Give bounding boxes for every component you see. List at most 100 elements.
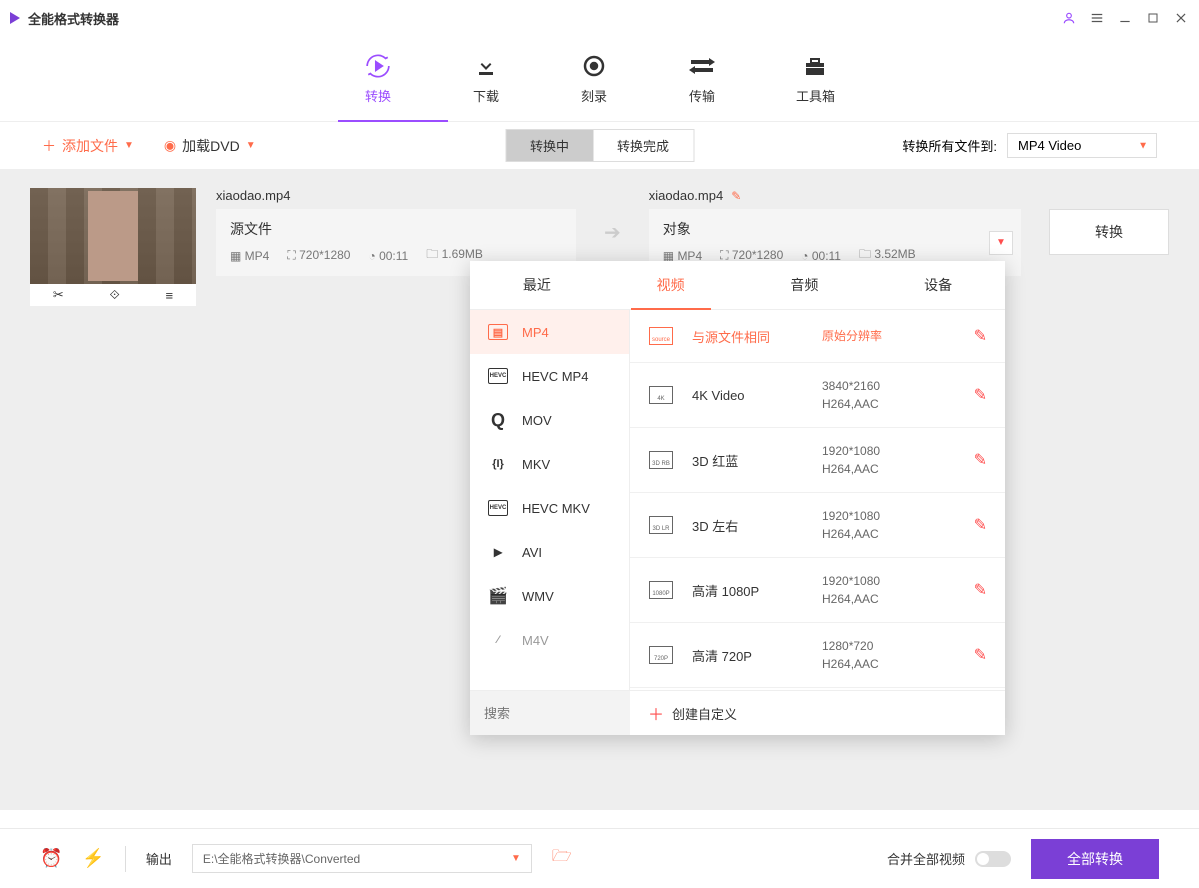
chevron-down-icon: ▼ bbox=[246, 140, 256, 151]
nav-toolbox[interactable]: 工具箱 bbox=[796, 52, 835, 105]
3d-rb-icon: 3D RB bbox=[648, 448, 674, 472]
alarm-icon[interactable]: ⏰ bbox=[40, 848, 62, 869]
dd-tab-video[interactable]: 视频 bbox=[604, 261, 738, 309]
main-nav: 转换 下载 刻录 传输 工具箱 bbox=[0, 36, 1199, 122]
tab-converting[interactable]: 转换中 bbox=[506, 130, 593, 161]
preset-list[interactable]: source 与源文件相同原始分辨率 ✎ 4K 4K Video3840*216… bbox=[630, 310, 1005, 690]
edit-preset-icon[interactable]: ✎ bbox=[974, 645, 987, 665]
add-file-button[interactable]: ＋ 添加文件 ▼ bbox=[42, 136, 134, 156]
output-label: 输出 bbox=[146, 849, 172, 868]
browse-folder-icon[interactable]: 🗁 bbox=[552, 845, 572, 872]
edit-name-icon[interactable]: ✎ bbox=[731, 189, 741, 203]
maximize-button[interactable] bbox=[1145, 10, 1161, 26]
4k-icon: 4K bbox=[648, 383, 674, 407]
hevc-icon: HEVC bbox=[488, 368, 508, 384]
edit-preset-icon[interactable]: ✎ bbox=[974, 515, 987, 535]
preset-720p[interactable]: 720P 高清 720P1280*720 H264,AAC ✎ bbox=[630, 623, 1005, 688]
source-label: 源文件 bbox=[230, 219, 562, 239]
cut-icon[interactable]: ✂ bbox=[53, 287, 64, 303]
1080p-icon: 1080P bbox=[648, 578, 674, 602]
video-thumbnail[interactable] bbox=[30, 188, 196, 284]
plus-icon: ＋ bbox=[648, 701, 664, 725]
format-m4v[interactable]: ⁄M4V bbox=[470, 618, 629, 662]
preset-3d-rb[interactable]: 3D RB 3D 红蓝1920*1080 H264,AAC ✎ bbox=[630, 428, 1005, 493]
3d-lr-icon: 3D LR bbox=[648, 513, 674, 537]
format-list[interactable]: ▤MP4 HEVCHEVC MP4 QMOV {I}MKV HEVCHEVC M… bbox=[470, 310, 630, 690]
target-label: 对象 bbox=[663, 219, 1007, 239]
edit-preset-icon[interactable]: ✎ bbox=[974, 385, 987, 405]
app-title: 全能格式转换器 bbox=[28, 9, 119, 28]
format-mov[interactable]: QMOV bbox=[470, 398, 629, 442]
format-hevc-mp4[interactable]: HEVCHEVC MP4 bbox=[470, 354, 629, 398]
nav-burn[interactable]: 刻录 bbox=[580, 52, 608, 105]
footer: ⏰ ⚡ 输出 E:\全能格式转换器\Converted ▼ 🗁 合并全部视频 全… bbox=[0, 828, 1199, 888]
edit-preset-icon[interactable]: ✎ bbox=[974, 580, 987, 600]
app-logo-icon bbox=[10, 12, 20, 24]
download-icon bbox=[472, 52, 500, 80]
chevron-down-icon: ▼ bbox=[1138, 140, 1148, 151]
minimize-button[interactable] bbox=[1117, 10, 1133, 26]
film-icon: ▤ bbox=[488, 324, 508, 340]
mkv-icon: {I} bbox=[488, 456, 508, 472]
dd-tab-audio[interactable]: 音频 bbox=[738, 261, 872, 309]
merge-toggle[interactable] bbox=[975, 851, 1011, 867]
disc-icon: ◉ bbox=[164, 137, 176, 154]
target-format-dropdown-button[interactable]: ▼ bbox=[989, 231, 1013, 255]
format-dropdown: 最近 视频 音频 设备 ▤MP4 HEVCHEVC MP4 QMOV {I}MK… bbox=[470, 261, 1005, 735]
nav-convert[interactable]: 转换 bbox=[364, 52, 392, 105]
convert-all-to-label: 转换所有文件到: bbox=[902, 136, 997, 155]
format-search-input[interactable] bbox=[470, 691, 630, 735]
format-mkv[interactable]: {I}MKV bbox=[470, 442, 629, 486]
720p-icon: 720P bbox=[648, 643, 674, 667]
convert-button[interactable]: 转换 bbox=[1049, 209, 1169, 255]
thumb-tools: ✂ ⟐ ≡ bbox=[30, 284, 196, 306]
chevron-down-icon: ▼ bbox=[511, 853, 521, 864]
plus-icon: ＋ bbox=[42, 136, 56, 156]
format-wmv[interactable]: 🎬WMV bbox=[470, 574, 629, 618]
convert-all-button[interactable]: 全部转换 bbox=[1031, 839, 1159, 879]
lightning-icon[interactable]: ⚡ bbox=[82, 848, 104, 869]
toolbar: ＋ 添加文件 ▼ ◉ 加载DVD ▼ 转换中 转换完成 转换所有文件到: MP4… bbox=[0, 122, 1199, 170]
dd-tab-device[interactable]: 设备 bbox=[871, 261, 1005, 309]
target-filename: xiaodao.mp4 bbox=[649, 188, 723, 203]
load-dvd-button[interactable]: ◉ 加载DVD ▼ bbox=[164, 136, 256, 156]
divider bbox=[125, 846, 126, 872]
arrow-right-icon: ➔ bbox=[604, 220, 621, 245]
preset-3d-lr[interactable]: 3D LR 3D 左右1920*1080 H264,AAC ✎ bbox=[630, 493, 1005, 558]
transfer-icon bbox=[688, 52, 716, 80]
menu-icon[interactable] bbox=[1089, 10, 1105, 26]
format-hevc-mkv[interactable]: HEVCHEVC MKV bbox=[470, 486, 629, 530]
clapper-icon: 🎬 bbox=[488, 588, 508, 604]
titlebar: 全能格式转换器 bbox=[0, 0, 1199, 36]
toolbox-icon bbox=[801, 52, 829, 80]
merge-label: 合并全部视频 bbox=[887, 849, 965, 868]
quicktime-icon: Q bbox=[488, 412, 508, 428]
format-mp4[interactable]: ▤MP4 bbox=[470, 310, 629, 354]
user-icon[interactable] bbox=[1061, 10, 1077, 26]
edit-preset-icon[interactable]: ✎ bbox=[974, 326, 987, 346]
chevron-down-icon: ▼ bbox=[124, 140, 134, 151]
adjust-icon[interactable]: ≡ bbox=[166, 288, 174, 303]
source-filename: xiaodao.mp4 bbox=[216, 188, 576, 203]
preset-same-as-source[interactable]: source 与源文件相同原始分辨率 ✎ bbox=[630, 310, 1005, 363]
preset-1080p[interactable]: 1080P 高清 1080P1920*1080 H264,AAC ✎ bbox=[630, 558, 1005, 623]
edit-preset-icon[interactable]: ✎ bbox=[974, 450, 987, 470]
burn-icon bbox=[580, 52, 608, 80]
content-area: ✂ ⟐ ≡ xiaodao.mp4 源文件 ▦ MP4 ⛶ 720*1280 ◔… bbox=[0, 170, 1199, 810]
nav-download[interactable]: 下载 bbox=[472, 52, 500, 105]
output-path-field[interactable]: E:\全能格式转换器\Converted ▼ bbox=[192, 844, 532, 873]
create-custom-button[interactable]: ＋ 创建自定义 bbox=[630, 691, 1005, 735]
format-select[interactable]: MP4 Video ▼ bbox=[1007, 133, 1157, 158]
play-circle-icon: ▸ bbox=[488, 544, 508, 560]
preset-4k[interactable]: 4K 4K Video3840*2160 H264,AAC ✎ bbox=[630, 363, 1005, 428]
tab-done[interactable]: 转换完成 bbox=[593, 130, 693, 161]
format-avi[interactable]: ▸AVI bbox=[470, 530, 629, 574]
status-tabs: 转换中 转换完成 bbox=[505, 129, 694, 162]
hevc-icon: HEVC bbox=[488, 500, 508, 516]
m4v-icon: ⁄ bbox=[488, 632, 508, 648]
convert-icon bbox=[364, 52, 392, 80]
close-button[interactable] bbox=[1173, 10, 1189, 26]
dd-tab-recent[interactable]: 最近 bbox=[470, 261, 604, 309]
nav-transfer[interactable]: 传输 bbox=[688, 52, 716, 105]
crop-icon[interactable]: ⟐ bbox=[110, 287, 120, 303]
